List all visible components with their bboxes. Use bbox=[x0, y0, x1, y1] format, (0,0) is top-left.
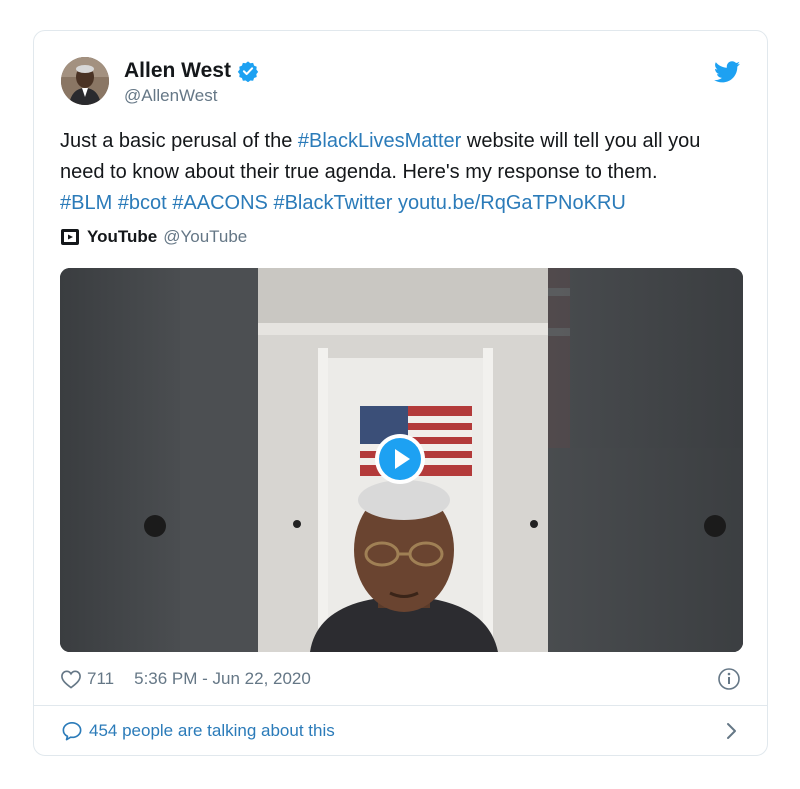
tweet-card: Allen West @AllenWest Just a basic perus… bbox=[33, 30, 768, 756]
info-icon[interactable] bbox=[717, 667, 741, 691]
divider bbox=[34, 705, 767, 706]
twitter-bird-icon[interactable] bbox=[714, 61, 740, 83]
youtube-icon bbox=[61, 229, 79, 245]
heart-icon[interactable] bbox=[60, 669, 82, 689]
conversation-link[interactable]: 454 people are talking about this bbox=[61, 717, 741, 745]
source-handle: @YouTube bbox=[163, 227, 248, 246]
author-name[interactable]: Allen West bbox=[124, 59, 231, 83]
tweet-text-part-1: Just a basic perusal of the bbox=[60, 130, 298, 152]
chevron-right-icon[interactable] bbox=[721, 721, 741, 741]
hashtag-aacons[interactable]: #AACONS bbox=[172, 192, 268, 214]
author-name-row: Allen West bbox=[124, 58, 259, 84]
hashtag-blacklivesmatter[interactable]: #BlackLivesMatter bbox=[298, 130, 461, 152]
youtube-link[interactable]: youtu.be/RqGaTPNoKRU bbox=[398, 192, 626, 214]
hashtag-bcot[interactable]: #bcot bbox=[118, 192, 167, 214]
media-source[interactable]: YouTube @YouTube bbox=[60, 227, 247, 247]
tweet-meta: 711 5:36 PM - Jun 22, 2020 bbox=[60, 665, 741, 693]
author-handle[interactable]: @AllenWest bbox=[124, 86, 259, 106]
tweet-text: Just a basic perusal of the #BlackLivesM… bbox=[60, 126, 750, 219]
avatar[interactable] bbox=[61, 57, 109, 105]
video-thumbnail[interactable] bbox=[60, 268, 743, 652]
hashtag-blm[interactable]: #BLM bbox=[60, 192, 112, 214]
talking-count-text: 454 people are talking about this bbox=[89, 721, 335, 740]
play-icon[interactable] bbox=[374, 433, 426, 485]
verified-badge-icon bbox=[237, 61, 259, 82]
like-count[interactable]: 711 bbox=[87, 669, 114, 689]
author-block[interactable]: Allen West @AllenWest bbox=[124, 58, 259, 106]
comment-bubble-icon bbox=[62, 722, 82, 741]
source-name: YouTube bbox=[87, 227, 158, 246]
timestamp[interactable]: 5:36 PM - Jun 22, 2020 bbox=[134, 669, 311, 689]
hashtag-blacktwitter[interactable]: #BlackTwitter bbox=[273, 192, 392, 214]
